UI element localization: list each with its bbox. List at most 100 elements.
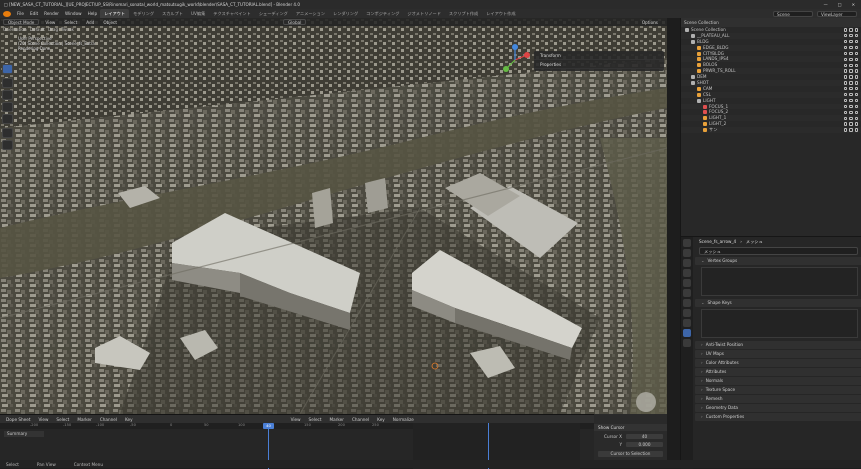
eye-icon[interactable] xyxy=(849,63,853,67)
cursor-x-field[interactable]: 40 xyxy=(626,434,663,439)
checkbox-icon[interactable] xyxy=(843,45,848,50)
checkbox-icon[interactable] xyxy=(843,75,848,79)
dopesheet-menu-channel[interactable]: Channel xyxy=(98,417,119,422)
panel-section-header[interactable]: Remesh xyxy=(695,395,861,403)
eye-icon[interactable] xyxy=(849,128,853,132)
eye-icon[interactable] xyxy=(849,51,853,56)
camera-icon[interactable] xyxy=(854,122,858,126)
eye-icon[interactable] xyxy=(849,81,853,85)
camera-icon[interactable] xyxy=(854,69,858,73)
close-button[interactable]: ✕ xyxy=(852,2,855,7)
scene-selector[interactable]: Scene xyxy=(773,10,813,17)
outliner-item[interactable]: サン xyxy=(681,127,861,134)
viewport-menu-object[interactable]: Object xyxy=(100,20,120,25)
panel-section-header[interactable]: Geometry Data xyxy=(695,404,861,412)
camera-icon[interactable] xyxy=(854,28,858,32)
viewport-menu-add[interactable]: Add xyxy=(83,20,97,25)
camera-icon[interactable] xyxy=(854,63,858,67)
workspace-tab-sculpt[interactable]: スカルプト xyxy=(158,9,187,18)
mesh-data-tab-icon[interactable] xyxy=(683,329,691,337)
eye-icon[interactable] xyxy=(849,110,853,115)
cursor-to-selection-button[interactable]: Cursor to Selection xyxy=(598,451,663,457)
panel-section-header[interactable]: Texture Space xyxy=(695,386,861,394)
camera-icon[interactable] xyxy=(854,57,858,62)
camera-icon[interactable] xyxy=(854,92,858,97)
panel-section-header[interactable]: Color Attributes xyxy=(695,359,861,367)
checkbox-icon[interactable] xyxy=(843,28,848,32)
menu-render[interactable]: Render xyxy=(41,11,62,16)
cursor-y-field[interactable]: 0.000 xyxy=(626,442,663,447)
eye-icon[interactable] xyxy=(849,57,853,62)
graph-menu-marker[interactable]: Marker xyxy=(327,417,345,422)
workspace-tab-layout-2[interactable]: レイアウト作成 xyxy=(482,9,519,18)
3d-viewport[interactable]: Object Mode View Select Add Object Globa… xyxy=(0,18,667,414)
checkbox-icon[interactable] xyxy=(843,34,848,38)
current-frame-indicator[interactable]: 40 xyxy=(263,423,274,429)
material-tab-icon[interactable] xyxy=(683,339,691,347)
camera-icon[interactable] xyxy=(854,98,858,103)
checkbox-icon[interactable] xyxy=(843,81,848,85)
checkbox-icon[interactable] xyxy=(843,39,848,44)
checkbox-icon[interactable] xyxy=(843,116,848,120)
tool-tab-icon[interactable] xyxy=(683,239,691,247)
orientation-default[interactable]: Default xyxy=(30,27,45,32)
workspace-tab-animation[interactable]: アニメーション xyxy=(292,9,329,18)
checkbox-icon[interactable] xyxy=(843,128,848,132)
checkbox-icon[interactable] xyxy=(843,98,848,103)
camera-icon[interactable] xyxy=(854,116,858,120)
checkbox-icon[interactable] xyxy=(843,104,848,109)
scene-tab-icon[interactable] xyxy=(683,279,691,287)
measure-tool-icon[interactable] xyxy=(2,140,13,150)
options-button[interactable]: Options xyxy=(639,20,661,25)
camera-icon[interactable] xyxy=(854,75,858,79)
menu-help[interactable]: Help xyxy=(85,11,101,16)
workspace-tab-modeling[interactable]: モデリング xyxy=(129,9,158,18)
ui-list-box[interactable] xyxy=(701,309,858,338)
rotate-tool-icon[interactable] xyxy=(2,102,13,112)
graph-menu-channel[interactable]: Channel xyxy=(350,417,371,422)
workspace-tab-uv[interactable]: UV編集 xyxy=(187,9,209,18)
show-cursor-section[interactable]: Show Cursor xyxy=(594,424,667,431)
modifier-tab-icon[interactable] xyxy=(683,309,691,317)
output-tab-icon[interactable] xyxy=(683,259,691,267)
workspace-tab-scripting[interactable]: スクリプト作成 xyxy=(445,9,482,18)
workspace-tab-layout[interactable]: レイアウト xyxy=(100,9,130,18)
eye-icon[interactable] xyxy=(849,122,853,126)
dopesheet-menu-key[interactable]: Key xyxy=(123,417,135,422)
minimize-button[interactable]: — xyxy=(824,2,828,7)
physics-tab-icon[interactable] xyxy=(683,319,691,327)
graph-menu-key[interactable]: Key xyxy=(375,417,387,422)
panel-section-header[interactable]: Shape Keys xyxy=(695,299,861,307)
checkbox-icon[interactable] xyxy=(843,69,848,73)
camera-icon[interactable] xyxy=(854,34,858,38)
checkbox-icon[interactable] xyxy=(843,122,848,126)
checkbox-icon[interactable] xyxy=(843,110,848,115)
eye-icon[interactable] xyxy=(849,39,853,44)
menu-edit[interactable]: Edit xyxy=(27,11,41,16)
eye-icon[interactable] xyxy=(849,116,853,120)
dopesheet-menu-view[interactable]: View xyxy=(36,417,50,422)
mesh-name-field[interactable]: メッシュ xyxy=(699,247,858,255)
camera-icon[interactable] xyxy=(854,81,858,85)
panel-section-header[interactable]: Attributes xyxy=(695,368,861,376)
annotate-tool-icon[interactable] xyxy=(2,128,13,138)
blender-logo-icon[interactable] xyxy=(3,10,11,17)
viewport-menu-view[interactable]: View xyxy=(42,20,58,25)
workspace-tab-rendering[interactable]: レンダリング xyxy=(329,9,362,18)
workspace-tab-shading[interactable]: シェーディング xyxy=(255,9,292,18)
viewport-menu-select[interactable]: Select xyxy=(61,20,80,25)
panel-section-header[interactable]: Anti-Twist Position xyxy=(695,341,861,349)
render-tab-icon[interactable] xyxy=(683,249,691,257)
select-tool-icon[interactable] xyxy=(2,64,13,74)
mode-dropdown[interactable]: Object Mode xyxy=(3,19,40,25)
camera-icon[interactable] xyxy=(854,39,858,44)
view-layer-tab-icon[interactable] xyxy=(683,269,691,277)
panel-section-header[interactable]: Custom Properties xyxy=(695,413,861,421)
camera-icon[interactable] xyxy=(854,128,858,132)
orientation-dropdown[interactable]: Global xyxy=(283,19,307,25)
panel-section-header[interactable]: Vertex Groups xyxy=(695,257,861,265)
eye-icon[interactable] xyxy=(849,87,853,91)
camera-icon[interactable] xyxy=(854,45,858,50)
workspace-tab-compositing[interactable]: コンポジティング xyxy=(362,9,403,18)
menu-window[interactable]: Window xyxy=(62,11,85,16)
